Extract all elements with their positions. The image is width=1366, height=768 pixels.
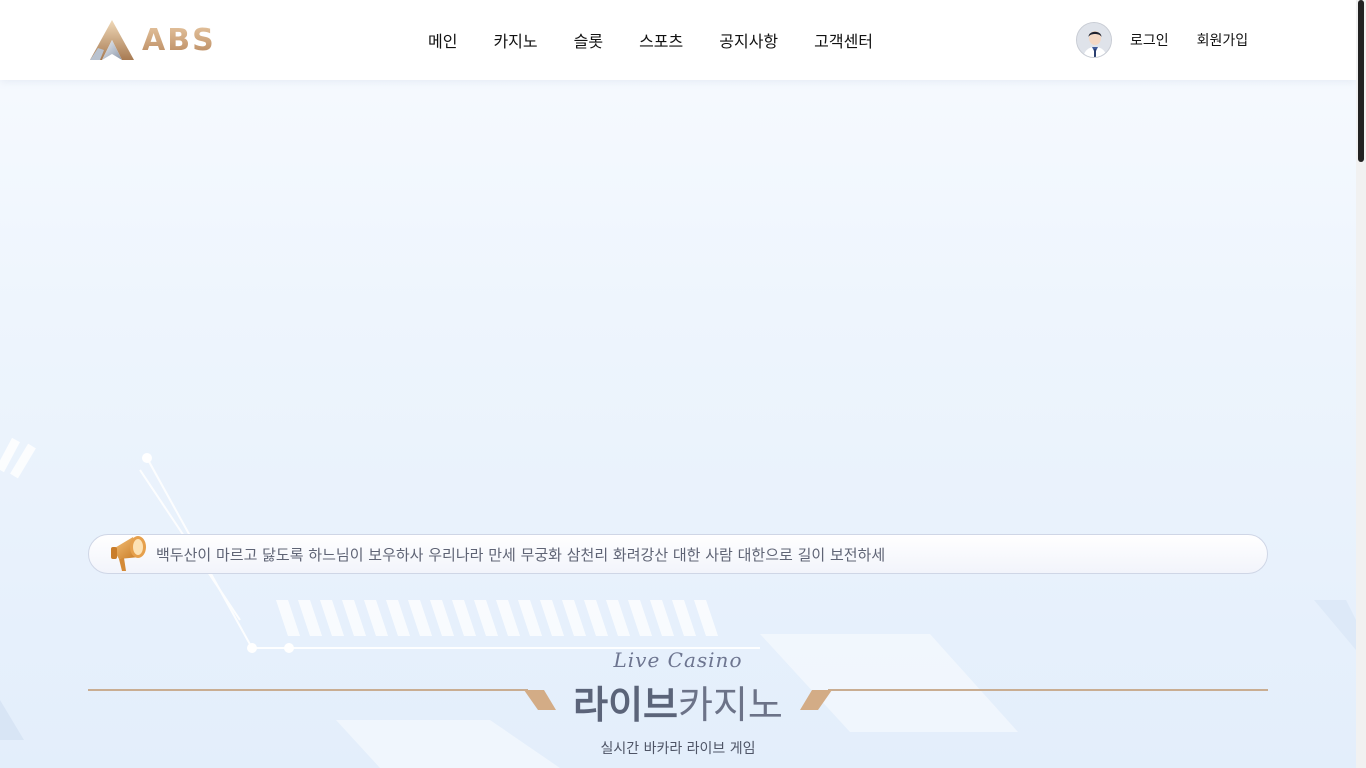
section-subtitle-en: Live Casino: [613, 648, 743, 672]
nav-item-main[interactable]: 메인: [410, 28, 475, 52]
site-header: ABS 메인 카지노 슬롯 스포츠 공지사항 고객센터 로그인 회원가입: [0, 0, 1356, 80]
megaphone-icon: [111, 536, 146, 571]
brand-logo[interactable]: ABS: [88, 18, 234, 62]
page-scrollbar[interactable]: [1356, 0, 1366, 768]
nav-item-support[interactable]: 고객센터: [796, 28, 891, 52]
notice-ticker: 백두산이 마르고 닳도록 하느님이 보우하사 우리나라 만세 무궁화 삼천리 화…: [88, 534, 1268, 574]
user-area: 로그인 회원가입: [1076, 22, 1248, 58]
section-description: 실시간 바카라 라이브 게임: [600, 741, 756, 757]
section-title: 라이브카지노: [88, 674, 1268, 729]
main-nav: 메인 카지노 슬롯 스포츠 공지사항 고객센터: [410, 0, 891, 80]
nav-item-notice[interactable]: 공지사항: [701, 28, 796, 52]
brand-name: ABS: [142, 22, 216, 58]
section-title-light: 카지노: [678, 683, 783, 727]
user-avatar-icon[interactable]: [1076, 22, 1112, 58]
login-link[interactable]: 로그인: [1130, 30, 1169, 50]
scrollbar-thumb[interactable]: [1358, 0, 1364, 162]
nav-item-casino[interactable]: 카지노: [475, 28, 555, 52]
notice-text: 백두산이 마르고 닳도록 하느님이 보우하사 우리나라 만세 무궁화 삼천리 화…: [156, 545, 886, 564]
section-title-bold: 라이브: [573, 683, 678, 727]
live-casino-section-header: Live Casino 라이브카지노 실시간 바카라 라이브 게임: [88, 648, 1268, 768]
signup-link[interactable]: 회원가입: [1197, 30, 1249, 50]
abs-logo-icon: [90, 20, 134, 60]
nav-item-sports[interactable]: 스포츠: [621, 28, 701, 52]
nav-item-slot[interactable]: 슬롯: [556, 28, 621, 52]
